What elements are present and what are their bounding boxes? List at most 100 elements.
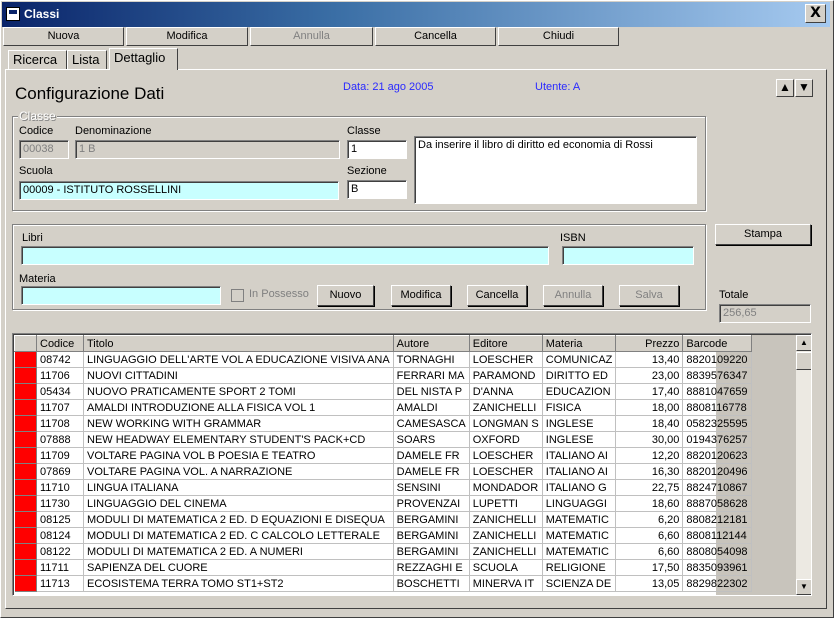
- column-header-materia[interactable]: Materia: [541, 335, 617, 352]
- cell-prezzo: 17,50: [615, 559, 684, 576]
- table-row[interactable]: 11711 SAPIENZA DEL CUORE REZZAGHI E SCUOLA R…: [14, 559, 752, 576]
- cell-materia: COMUNICAZ: [542, 351, 617, 368]
- table-row[interactable]: 08742 LINGUAGGIO DELL'ARTE VOL A EDUCAZIO…: [14, 351, 752, 368]
- nuova-button[interactable]: Nuova: [3, 27, 124, 46]
- table-row[interactable]: 08124 MODULI DI MATEMATICA 2 ED. C CALCOL…: [14, 527, 752, 544]
- scuola-field[interactable]: 00009 - ISTITUTO ROSSELLINI: [19, 181, 339, 200]
- denominazione-field[interactable]: 1 B: [75, 140, 340, 159]
- cell-autore: DEL NISTA P: [393, 383, 470, 400]
- cell-materia: ITALIANO AI: [542, 463, 617, 480]
- cell-barcode: 8820120623: [682, 447, 752, 464]
- row-marker[interactable]: [14, 351, 37, 368]
- classe-label: Classe: [347, 125, 381, 137]
- cell-barcode: 8820120496: [682, 463, 752, 480]
- table-row[interactable]: 11708 NEW WORKING WITH GRAMMAR CAMESASCA LO…: [14, 415, 752, 432]
- row-marker[interactable]: [14, 383, 37, 400]
- cell-codice: 08742: [36, 351, 84, 368]
- scroll-thumb[interactable]: [796, 352, 811, 370]
- cell-prezzo: 18,40: [615, 415, 684, 432]
- row-marker[interactable]: [14, 431, 37, 448]
- sezione-label: Sezione: [347, 165, 387, 177]
- cancella-button[interactable]: Cancella: [375, 27, 496, 46]
- cell-barcode: 8839576347: [682, 367, 752, 384]
- previous-record-button[interactable]: ▲: [776, 79, 794, 97]
- tab-lista[interactable]: Lista: [67, 50, 107, 69]
- cell-codice: 08124: [36, 527, 84, 544]
- tab-ricerca[interactable]: Ricerca: [8, 50, 67, 69]
- isbn-field[interactable]: [562, 246, 694, 265]
- column-header-titolo[interactable]: Titolo: [83, 335, 394, 352]
- table-row[interactable]: 11713 ECOSISTEMA TERRA TOMO ST1+ST2 BOSCHE…: [14, 575, 752, 592]
- next-record-button[interactable]: ▼: [795, 79, 813, 97]
- cell-codice: 11730: [36, 495, 84, 512]
- modifica-button[interactable]: Modifica: [126, 27, 248, 46]
- annulla-libro-button[interactable]: Annulla: [543, 285, 603, 306]
- vertical-scrollbar[interactable]: ▲ ▼: [796, 335, 811, 595]
- nuovo-libro-button[interactable]: Nuovo: [317, 285, 374, 306]
- row-marker[interactable]: [14, 463, 37, 480]
- table-header-row: Codice Titolo Autore Editore Materia Pre…: [14, 335, 752, 352]
- salva-libro-button[interactable]: Salva: [619, 285, 679, 306]
- tab-dettaglio[interactable]: Dettaglio: [109, 48, 178, 70]
- row-marker[interactable]: [14, 447, 37, 464]
- chiudi-button[interactable]: Chiudi: [498, 27, 619, 46]
- row-marker[interactable]: [14, 511, 37, 528]
- cancella-libro-button[interactable]: Cancella: [467, 285, 527, 306]
- in-possesso-checkbox[interactable]: [231, 289, 244, 302]
- row-marker[interactable]: [14, 543, 37, 560]
- cell-materia: ITALIANO G: [542, 479, 617, 496]
- cell-materia: EDUCAZION: [542, 383, 617, 400]
- table-row[interactable]: 11710 LINGUA ITALIANA SENSINI MONDADOR ITALI…: [14, 479, 752, 496]
- table-row[interactable]: 11706 NUOVI CITTADINI FERRARI MA PARAMOND DI…: [14, 367, 752, 384]
- table-row[interactable]: 08125 MODULI DI MATEMATICA 2 ED. D EQUAZI…: [14, 511, 752, 528]
- column-header-editore[interactable]: Editore: [468, 335, 543, 352]
- sezione-field[interactable]: B: [347, 180, 407, 199]
- cell-prezzo: 6,60: [615, 527, 684, 544]
- cell-autore: SOARS: [393, 431, 470, 448]
- materia-field[interactable]: [21, 286, 221, 305]
- cell-codice: 11710: [36, 479, 84, 496]
- cell-codice: 11711: [36, 559, 84, 576]
- table-row[interactable]: 11730 LINGUAGGIO DEL CINEMA PROVENZAI LUPET…: [14, 495, 752, 512]
- cell-prezzo: 30,00: [615, 431, 684, 448]
- scroll-down-icon[interactable]: ▼: [796, 579, 811, 595]
- cell-titolo: NEW WORKING WITH GRAMMAR: [83, 415, 394, 432]
- scroll-up-icon[interactable]: ▲: [796, 335, 811, 351]
- cell-editore: ZANICHELLI: [469, 527, 543, 544]
- books-grid[interactable]: Codice Titolo Autore Editore Materia Pre…: [12, 333, 812, 596]
- table-row[interactable]: 08122 MODULI DI MATEMATICA 2 ED. A NUMERI…: [14, 543, 752, 560]
- table-row[interactable]: 07869 VOLTARE PAGINA VOL. A NARRAZIONE DAM…: [14, 463, 752, 480]
- row-marker[interactable]: [14, 367, 37, 384]
- table-row[interactable]: 11707 AMALDI INTRODUZIONE ALLA FISICA VOL…: [14, 399, 752, 416]
- row-marker[interactable]: [14, 479, 37, 496]
- row-marker[interactable]: [14, 527, 37, 544]
- close-button[interactable]: X: [805, 4, 826, 23]
- annulla-button[interactable]: Annulla: [250, 27, 373, 46]
- note-textarea[interactable]: Da inserire il libro di diritto ed econo…: [414, 136, 697, 204]
- table-row[interactable]: 11709 VOLTARE PAGINA VOL B POESIA E TEATR…: [14, 447, 752, 464]
- cell-titolo: LINGUAGGIO DEL CINEMA: [83, 495, 394, 512]
- column-header-barcode[interactable]: Barcode: [682, 335, 752, 352]
- libri-field[interactable]: [21, 246, 549, 265]
- title-bar[interactable]: Classi: [2, 2, 830, 27]
- classe-field[interactable]: 1: [347, 140, 407, 159]
- column-header-autore[interactable]: Autore: [392, 335, 470, 352]
- table-row[interactable]: 07888 NEW HEADWAY ELEMENTARY STUDENT'S PA…: [14, 431, 752, 448]
- cell-codice: 05434: [36, 383, 84, 400]
- row-marker[interactable]: [14, 575, 37, 592]
- row-marker[interactable]: [14, 495, 37, 512]
- row-marker[interactable]: [14, 399, 37, 416]
- modifica-libro-button[interactable]: Modifica: [391, 285, 451, 306]
- app-icon: [6, 7, 20, 21]
- row-marker[interactable]: [14, 559, 37, 576]
- row-marker[interactable]: [14, 415, 37, 432]
- cell-materia: DIRITTO ED: [542, 367, 617, 384]
- stampa-button[interactable]: Stampa: [715, 224, 811, 245]
- column-header-codice[interactable]: Codice: [36, 335, 84, 352]
- cell-codice: 11707: [36, 399, 84, 416]
- column-header-prezzo[interactable]: Prezzo: [615, 335, 684, 352]
- codice-field[interactable]: 00038: [19, 140, 69, 159]
- materia-label: Materia: [19, 273, 56, 285]
- table-row[interactable]: 05434 NUOVO PRATICAMENTE SPORT 2 TOMI DEL …: [14, 383, 752, 400]
- cell-editore: LOESCHER: [469, 447, 543, 464]
